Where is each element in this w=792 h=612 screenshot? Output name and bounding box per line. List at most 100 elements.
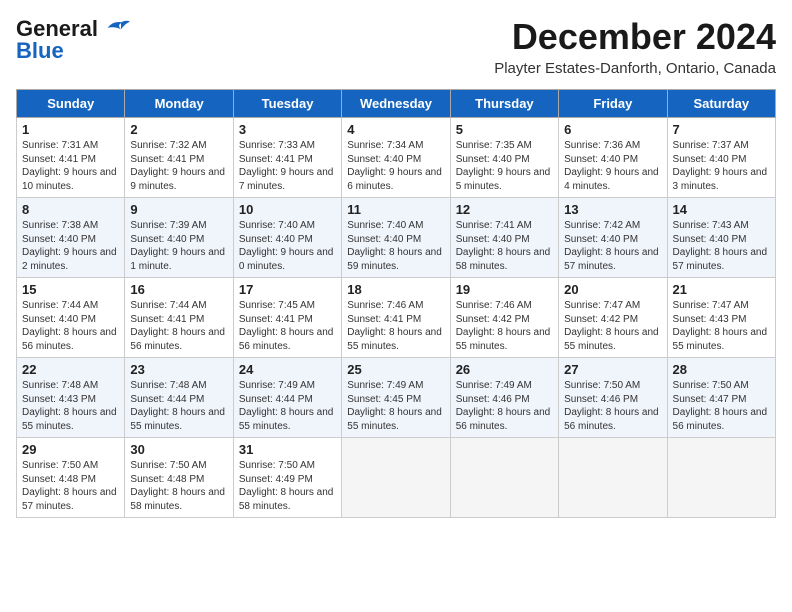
day-number: 27 (564, 362, 661, 377)
cell-content: Sunrise: 7:35 AMSunset: 4:40 PMDaylight:… (456, 139, 553, 193)
day-number: 17 (239, 282, 336, 297)
calendar-cell: 26 Sunrise: 7:49 AMSunset: 4:46 PMDayligh… (450, 358, 558, 438)
cell-content: Sunrise: 7:49 AMSunset: 4:45 PMDaylight:… (347, 379, 444, 433)
day-number: 25 (347, 362, 444, 377)
day-number: 21 (673, 282, 770, 297)
calendar-cell: 29 Sunrise: 7:50 AMSunset: 4:48 PMDayligh… (17, 438, 125, 518)
day-number: 30 (130, 442, 227, 457)
day-number: 29 (22, 442, 119, 457)
calendar-cell: 9Sunrise: 7:39 AMSunset: 4:40 PMDaylight… (125, 198, 233, 278)
calendar-table: SundayMondayTuesdayWednesdayThursdayFrid… (16, 89, 776, 518)
day-number: 24 (239, 362, 336, 377)
day-number: 18 (347, 282, 444, 297)
day-number: 31 (239, 442, 336, 457)
calendar-cell: 10Sunrise: 7:40 AMSunset: 4:40 PMDayligh… (233, 198, 341, 278)
calendar-week-row: 15 Sunrise: 7:44 AMSunset: 4:40 PMDayligh… (17, 278, 776, 358)
day-number: 12 (456, 202, 553, 217)
calendar-cell: 18 Sunrise: 7:46 AMSunset: 4:41 PMDayligh… (342, 278, 450, 358)
calendar-cell: 22Sunrise: 7:48 AMSunset: 4:43 PMDayligh… (17, 358, 125, 438)
calendar-cell (342, 438, 450, 518)
cell-content: Sunrise: 7:37 AMSunset: 4:40 PMDaylight:… (673, 139, 770, 193)
cell-content: Sunrise: 7:50 AMSunset: 4:49 PMDaylight:… (239, 459, 336, 513)
calendar-cell: 19 Sunrise: 7:46 AMSunset: 4:42 PMDayligh… (450, 278, 558, 358)
cell-content: Sunrise: 7:46 AMSunset: 4:41 PMDaylight:… (347, 299, 444, 353)
calendar-cell: 16Sunrise: 7:44 AMSunset: 4:41 PMDayligh… (125, 278, 233, 358)
day-number: 26 (456, 362, 553, 377)
day-number: 3 (239, 122, 336, 137)
calendar-cell: 15 Sunrise: 7:44 AMSunset: 4:40 PMDayligh… (17, 278, 125, 358)
calendar-cell: 21 Sunrise: 7:47 AMSunset: 4:43 PMDayligh… (667, 278, 775, 358)
day-number: 15 (22, 282, 119, 297)
calendar-cell: 27 Sunrise: 7:50 AMSunset: 4:46 PMDayligh… (559, 358, 667, 438)
cell-content: Sunrise: 7:50 AMSunset: 4:48 PMDaylight:… (22, 459, 119, 513)
day-number: 7 (673, 122, 770, 137)
calendar-cell: 11 Sunrise: 7:40 AMSunset: 4:40 PMDayligh… (342, 198, 450, 278)
day-number: 1 (22, 122, 119, 137)
col-header-friday: Friday (559, 90, 667, 118)
day-number: 10 (239, 202, 336, 217)
calendar-week-row: 1 Sunrise: 7:31 AMSunset: 4:41 PMDaylight… (17, 118, 776, 198)
day-number: 16 (130, 282, 227, 297)
day-number: 2 (130, 122, 227, 137)
calendar-cell (559, 438, 667, 518)
cell-content: Sunrise: 7:49 AMSunset: 4:46 PMDaylight:… (456, 379, 553, 433)
day-number: 9 (130, 202, 227, 217)
cell-content: Sunrise: 7:48 AMSunset: 4:44 PMDaylight:… (130, 379, 227, 433)
cell-content: Sunrise: 7:45 AMSunset: 4:41 PMDaylight:… (239, 299, 336, 353)
month-title: December 2024 (494, 16, 776, 58)
cell-content: Sunrise: 7:49 AMSunset: 4:44 PMDaylight:… (239, 379, 336, 433)
calendar-cell: 24 Sunrise: 7:49 AMSunset: 4:44 PMDayligh… (233, 358, 341, 438)
day-number: 4 (347, 122, 444, 137)
logo: General Blue (16, 16, 130, 64)
day-number: 11 (347, 202, 444, 217)
cell-content: Sunrise: 7:42 AMSunset: 4:40 PMDaylight:… (564, 219, 661, 273)
day-number: 13 (564, 202, 661, 217)
calendar-cell: 3 Sunrise: 7:33 AMSunset: 4:41 PMDaylight… (233, 118, 341, 198)
calendar-cell: 7 Sunrise: 7:37 AMSunset: 4:40 PMDaylight… (667, 118, 775, 198)
calendar-cell: 28 Sunrise: 7:50 AMSunset: 4:47 PMDayligh… (667, 358, 775, 438)
calendar-cell: 6 Sunrise: 7:36 AMSunset: 4:40 PMDaylight… (559, 118, 667, 198)
cell-content: Sunrise: 7:50 AMSunset: 4:47 PMDaylight:… (673, 379, 770, 433)
cell-content: Sunrise: 7:46 AMSunset: 4:42 PMDaylight:… (456, 299, 553, 353)
calendar-cell: 25 Sunrise: 7:49 AMSunset: 4:45 PMDayligh… (342, 358, 450, 438)
col-header-monday: Monday (125, 90, 233, 118)
col-header-saturday: Saturday (667, 90, 775, 118)
cell-content: Sunrise: 7:40 AMSunset: 4:40 PMDaylight:… (347, 219, 444, 273)
cell-content: Sunrise: 7:47 AMSunset: 4:42 PMDaylight:… (564, 299, 661, 353)
calendar-week-row: 22Sunrise: 7:48 AMSunset: 4:43 PMDayligh… (17, 358, 776, 438)
cell-content: Sunrise: 7:33 AMSunset: 4:41 PMDaylight:… (239, 139, 336, 193)
calendar-cell: 13 Sunrise: 7:42 AMSunset: 4:40 PMDayligh… (559, 198, 667, 278)
cell-content: Sunrise: 7:44 AMSunset: 4:40 PMDaylight:… (22, 299, 119, 353)
day-number: 19 (456, 282, 553, 297)
calendar-header-row: SundayMondayTuesdayWednesdayThursdayFrid… (17, 90, 776, 118)
calendar-cell: 4Sunrise: 7:34 AMSunset: 4:40 PMDaylight… (342, 118, 450, 198)
header: General Blue December 2024 Playter Estat… (16, 16, 776, 77)
cell-content: Sunrise: 7:47 AMSunset: 4:43 PMDaylight:… (673, 299, 770, 353)
cell-content: Sunrise: 7:50 AMSunset: 4:48 PMDaylight:… (130, 459, 227, 513)
calendar-cell: 12Sunrise: 7:41 AMSunset: 4:40 PMDayligh… (450, 198, 558, 278)
cell-content: Sunrise: 7:31 AMSunset: 4:41 PMDaylight:… (22, 139, 119, 193)
logo-bird-icon (100, 17, 130, 37)
calendar-cell: 31 Sunrise: 7:50 AMSunset: 4:49 PMDayligh… (233, 438, 341, 518)
col-header-wednesday: Wednesday (342, 90, 450, 118)
calendar-cell: 30 Sunrise: 7:50 AMSunset: 4:48 PMDayligh… (125, 438, 233, 518)
cell-content: Sunrise: 7:43 AMSunset: 4:40 PMDaylight:… (673, 219, 770, 273)
day-number: 22 (22, 362, 119, 377)
col-header-thursday: Thursday (450, 90, 558, 118)
col-header-tuesday: Tuesday (233, 90, 341, 118)
day-number: 28 (673, 362, 770, 377)
col-header-sunday: Sunday (17, 90, 125, 118)
calendar-cell: 2Sunrise: 7:32 AMSunset: 4:41 PMDaylight… (125, 118, 233, 198)
calendar-cell: 20 Sunrise: 7:47 AMSunset: 4:42 PMDayligh… (559, 278, 667, 358)
calendar-cell: 17 Sunrise: 7:45 AMSunset: 4:41 PMDayligh… (233, 278, 341, 358)
day-number: 6 (564, 122, 661, 137)
calendar-cell: 23 Sunrise: 7:48 AMSunset: 4:44 PMDayligh… (125, 358, 233, 438)
cell-content: Sunrise: 7:50 AMSunset: 4:46 PMDaylight:… (564, 379, 661, 433)
calendar-cell: 8Sunrise: 7:38 AMSunset: 4:40 PMDaylight… (17, 198, 125, 278)
calendar-week-row: 29 Sunrise: 7:50 AMSunset: 4:48 PMDayligh… (17, 438, 776, 518)
cell-content: Sunrise: 7:36 AMSunset: 4:40 PMDaylight:… (564, 139, 661, 193)
day-number: 23 (130, 362, 227, 377)
calendar-cell (450, 438, 558, 518)
day-number: 20 (564, 282, 661, 297)
location-subtitle: Playter Estates-Danforth, Ontario, Canad… (494, 60, 776, 77)
